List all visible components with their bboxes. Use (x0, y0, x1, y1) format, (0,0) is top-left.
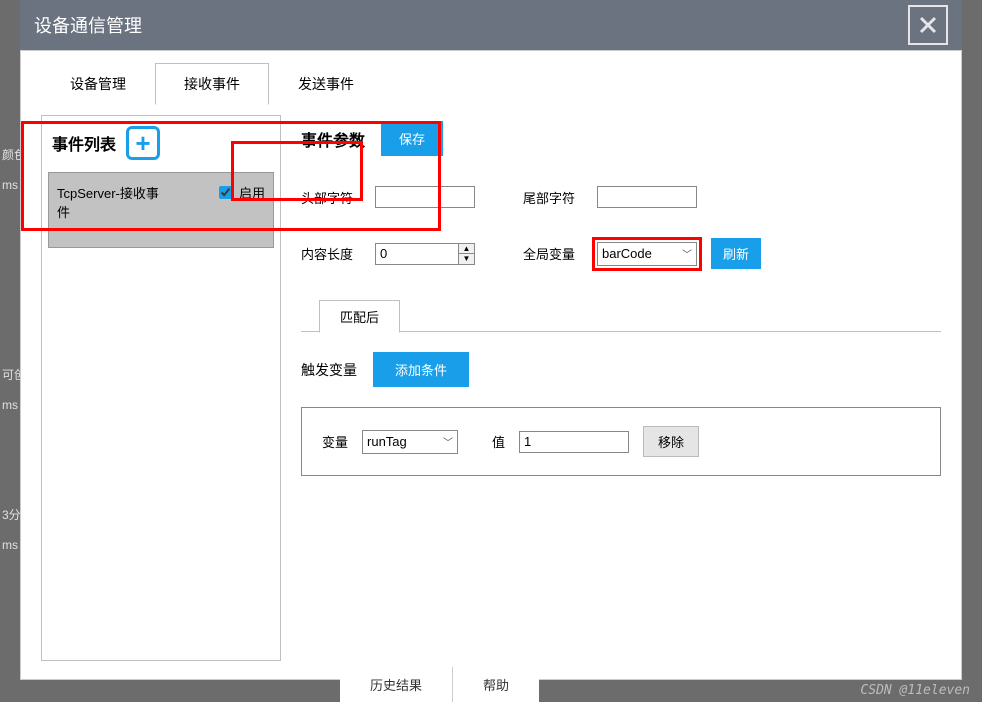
params-title: 事件参数 (301, 127, 365, 151)
add-event-button[interactable]: + (126, 126, 160, 160)
cond-value-input[interactable] (519, 431, 629, 453)
bg-text: ms (0, 532, 20, 558)
cond-value-label: 值 (492, 432, 505, 451)
event-item-name: TcpServer-接收事件 (57, 183, 167, 221)
event-list-title: 事件列表 (52, 131, 116, 155)
head-char-label: 头部字符 (301, 188, 361, 207)
spinner-up[interactable]: ▲ (458, 244, 474, 255)
bg-text: ms (0, 172, 20, 198)
cond-var-label: 变量 (322, 432, 348, 451)
bg-text: ms (0, 392, 20, 418)
chevron-down-icon: ﹀ (443, 434, 453, 449)
tab-receive-event[interactable]: 接收事件 (155, 63, 269, 105)
bottom-tabs: 历史结果 帮助 (340, 667, 539, 702)
bottom-tab-history[interactable]: 历史结果 (340, 667, 453, 702)
close-icon (918, 15, 938, 35)
titlebar: 设备通信管理 (20, 0, 962, 50)
add-condition-button[interactable]: 添加条件 (373, 352, 469, 387)
head-char-input[interactable] (375, 186, 475, 208)
tab-device-manage[interactable]: 设备管理 (41, 63, 155, 105)
global-var-label: 全局变量 (523, 244, 583, 263)
event-list-panel: 事件列表 + TcpServer-接收事件 启用 (41, 115, 281, 661)
save-button[interactable]: 保存 (381, 121, 443, 156)
plus-icon: + (135, 130, 150, 156)
tail-char-input[interactable] (597, 186, 697, 208)
global-var-select[interactable]: barCode ﹀ (597, 242, 697, 266)
enable-checkbox[interactable] (219, 186, 232, 199)
tab-send-event[interactable]: 发送事件 (269, 63, 383, 105)
cond-var-value: runTag (367, 434, 407, 449)
params-panel: 事件参数 保存 头部字符 尾部字符 内容长度 ▲ ▼ (301, 115, 941, 661)
tabs: 设备管理 接收事件 发送事件 (41, 63, 961, 105)
content-len-label: 内容长度 (301, 244, 361, 263)
tail-char-label: 尾部字符 (523, 188, 583, 207)
window-title: 设备通信管理 (34, 12, 142, 38)
dialog-body: 设备管理 接收事件 发送事件 事件列表 + TcpServer-接收事件 启用 (20, 50, 962, 680)
trigger-var-label: 触发变量 (301, 360, 357, 380)
bottom-tab-help[interactable]: 帮助 (453, 667, 539, 702)
match-section: 匹配后 触发变量 添加条件 变量 runTag ﹀ 值 移除 (301, 299, 941, 476)
condition-row: 变量 runTag ﹀ 值 移除 (301, 407, 941, 476)
enable-label: 启用 (239, 183, 265, 202)
event-item[interactable]: TcpServer-接收事件 启用 (48, 172, 274, 248)
cond-var-select[interactable]: runTag ﹀ (362, 430, 458, 454)
chevron-down-icon: ﹀ (682, 246, 692, 261)
spinner-down[interactable]: ▼ (458, 254, 474, 264)
global-var-value: barCode (602, 246, 652, 261)
refresh-button[interactable]: 刷新 (711, 238, 761, 269)
match-tab[interactable]: 匹配后 (319, 300, 400, 333)
close-button[interactable] (908, 5, 948, 45)
enable-checkbox-wrap[interactable]: 启用 (215, 183, 265, 202)
remove-condition-button[interactable]: 移除 (643, 426, 699, 457)
watermark: CSDN @11eleven (860, 683, 970, 698)
